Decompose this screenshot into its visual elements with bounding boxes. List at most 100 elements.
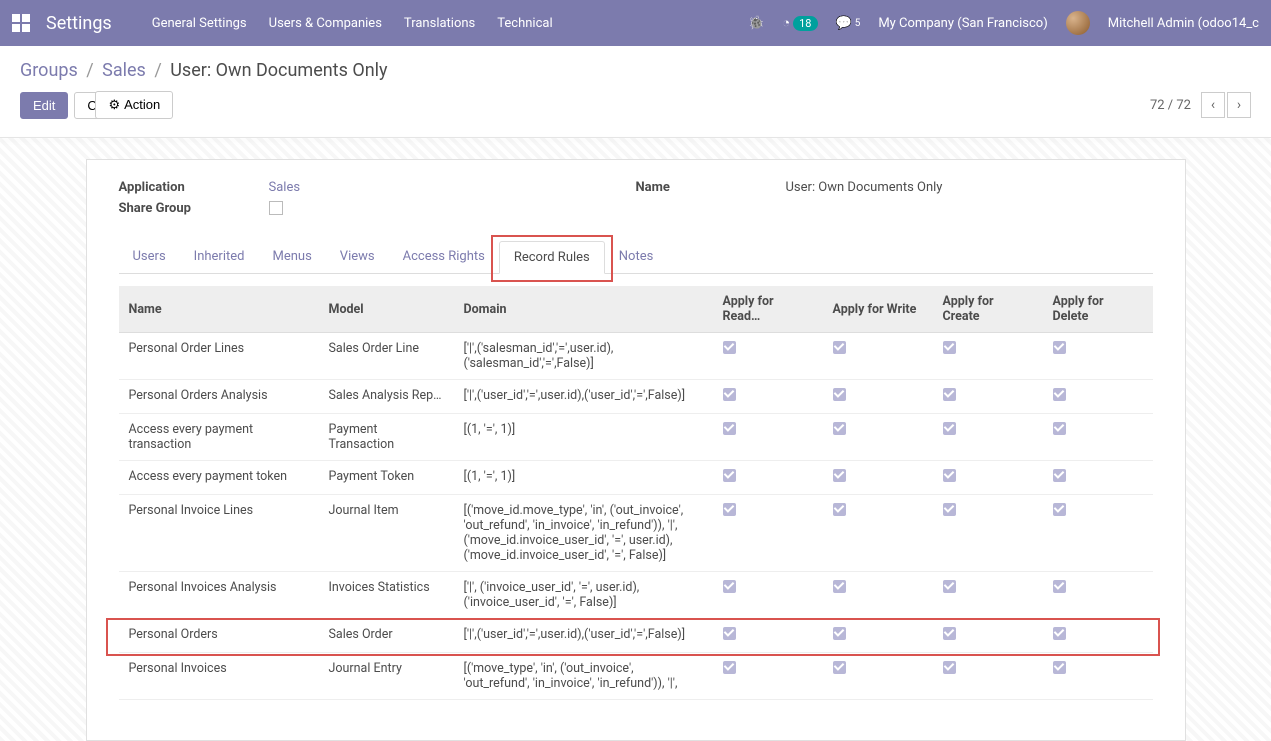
pager-next[interactable]: › [1227, 92, 1251, 118]
label-share-group: Share Group [119, 201, 269, 219]
cell-write [823, 414, 933, 461]
edit-button[interactable]: Edit [20, 92, 68, 119]
activities-icon[interactable]: 18 [782, 15, 817, 31]
cell-delete [1043, 333, 1153, 380]
breadcrumb: Groups / Sales / User: Own Documents Onl… [20, 60, 1251, 81]
cell-create [933, 653, 1043, 700]
cell-domain: ['|',('user_id','=',user.id),('user_id',… [454, 380, 713, 414]
cell-read [713, 619, 823, 653]
col-delete[interactable]: Apply for Delete [1043, 286, 1153, 333]
table-row[interactable]: Personal InvoicesJournal Entry[('move_ty… [119, 653, 1153, 700]
messages-icon[interactable]: 5 [836, 16, 861, 31]
apps-icon[interactable] [12, 14, 30, 32]
table-row[interactable]: Personal Invoice LinesJournal Item[('mov… [119, 495, 1153, 572]
col-name[interactable]: Name [119, 286, 319, 333]
cell-domain: [('move_type', 'in', ('out_invoice', 'ou… [454, 653, 713, 700]
cell-write [823, 461, 933, 495]
menu-technical[interactable]: Technical [497, 16, 552, 31]
cell-write [823, 495, 933, 572]
cell-write [823, 653, 933, 700]
cell-delete [1043, 572, 1153, 619]
cell-model: Payment Transaction [319, 414, 454, 461]
cell-delete [1043, 653, 1153, 700]
gear-icon [108, 97, 124, 112]
form-sheet: Application Sales Name User: Own Documen… [86, 159, 1186, 741]
field-application[interactable]: Sales [269, 180, 636, 195]
col-write[interactable]: Apply for Write [823, 286, 933, 333]
label-name: Name [636, 180, 786, 195]
label-application: Application [119, 180, 269, 195]
company-switcher[interactable]: My Company (San Francisco) [878, 16, 1047, 31]
table-row[interactable]: Personal OrdersSales Order['|',('user_id… [119, 619, 1153, 653]
cell-domain: [('move_id.move_type', 'in', ('out_invoi… [454, 495, 713, 572]
top-menu: General Settings Users & Companies Trans… [152, 16, 553, 31]
cell-create [933, 495, 1043, 572]
cell-name: Access every payment token [119, 461, 319, 495]
checkbox-share-group [269, 201, 283, 215]
tab-users[interactable]: Users [119, 241, 180, 273]
table-row[interactable]: Personal Order LinesSales Order Line['|'… [119, 333, 1153, 380]
cell-name: Personal Order Lines [119, 333, 319, 380]
tab-access-rights[interactable]: Access Rights [389, 241, 499, 273]
user-menu[interactable]: Mitchell Admin (odoo14_c [1108, 16, 1259, 31]
tab-inherited[interactable]: Inherited [180, 241, 259, 273]
top-navbar: Settings General Settings Users & Compan… [0, 0, 1271, 46]
cell-domain: ['|',('user_id','=',user.id),('user_id',… [454, 619, 713, 653]
col-model[interactable]: Model [319, 286, 454, 333]
cell-name: Personal Orders Analysis [119, 380, 319, 414]
cell-delete [1043, 414, 1153, 461]
cell-read [713, 380, 823, 414]
debug-icon[interactable] [748, 16, 764, 31]
cell-model: Sales Order Line [319, 333, 454, 380]
cell-create [933, 572, 1043, 619]
cell-create [933, 619, 1043, 653]
tabs: Users Inherited Menus Views Access Right… [119, 241, 1153, 274]
table-row[interactable]: Personal Invoices AnalysisInvoices Stati… [119, 572, 1153, 619]
tab-notes[interactable]: Notes [605, 241, 668, 273]
menu-users-companies[interactable]: Users & Companies [269, 16, 382, 31]
app-title: Settings [46, 13, 112, 34]
col-domain[interactable]: Domain [454, 286, 713, 333]
table-row[interactable]: Access every payment transactionPayment … [119, 414, 1153, 461]
col-create[interactable]: Apply for Create [933, 286, 1043, 333]
cell-model: Journal Entry [319, 653, 454, 700]
menu-general-settings[interactable]: General Settings [152, 16, 247, 31]
table-row[interactable]: Personal Orders AnalysisSales Analysis R… [119, 380, 1153, 414]
activities-badge: 18 [793, 16, 817, 31]
table-row[interactable]: Access every payment tokenPayment Token[… [119, 461, 1153, 495]
action-button[interactable]: Action [95, 91, 173, 119]
cell-write [823, 333, 933, 380]
cell-create [933, 380, 1043, 414]
cell-name: Personal Invoice Lines [119, 495, 319, 572]
pager-prev[interactable]: ‹ [1201, 92, 1225, 118]
cell-delete [1043, 380, 1153, 414]
col-read[interactable]: Apply for Read… [713, 286, 823, 333]
cell-read [713, 572, 823, 619]
cell-domain: ['|',('salesman_id','=',user.id),('sales… [454, 333, 713, 380]
cell-domain: [(1, '=', 1)] [454, 414, 713, 461]
cell-name: Personal Invoices [119, 653, 319, 700]
cell-read [713, 495, 823, 572]
tab-menus[interactable]: Menus [258, 241, 325, 273]
breadcrumb-current: User: Own Documents Only [170, 60, 387, 81]
field-name: User: Own Documents Only [786, 180, 1153, 195]
cell-name: Personal Orders [119, 619, 319, 653]
cell-write [823, 572, 933, 619]
cell-create [933, 333, 1043, 380]
avatar[interactable] [1066, 11, 1090, 35]
tab-views[interactable]: Views [326, 241, 389, 273]
tab-record-rules[interactable]: Record Rules [499, 241, 605, 274]
breadcrumb-groups[interactable]: Groups [20, 60, 78, 81]
record-rules-table: Name Model Domain Apply for Read… Apply … [119, 286, 1153, 700]
cell-write [823, 380, 933, 414]
cell-delete [1043, 619, 1153, 653]
cell-write [823, 619, 933, 653]
cell-read [713, 333, 823, 380]
menu-translations[interactable]: Translations [404, 16, 475, 31]
breadcrumb-sales[interactable]: Sales [102, 60, 146, 81]
cell-model: Sales Analysis Rep… [319, 380, 454, 414]
cell-create [933, 414, 1043, 461]
cell-name: Personal Invoices Analysis [119, 572, 319, 619]
cell-model: Sales Order [319, 619, 454, 653]
cell-domain: [(1, '=', 1)] [454, 461, 713, 495]
